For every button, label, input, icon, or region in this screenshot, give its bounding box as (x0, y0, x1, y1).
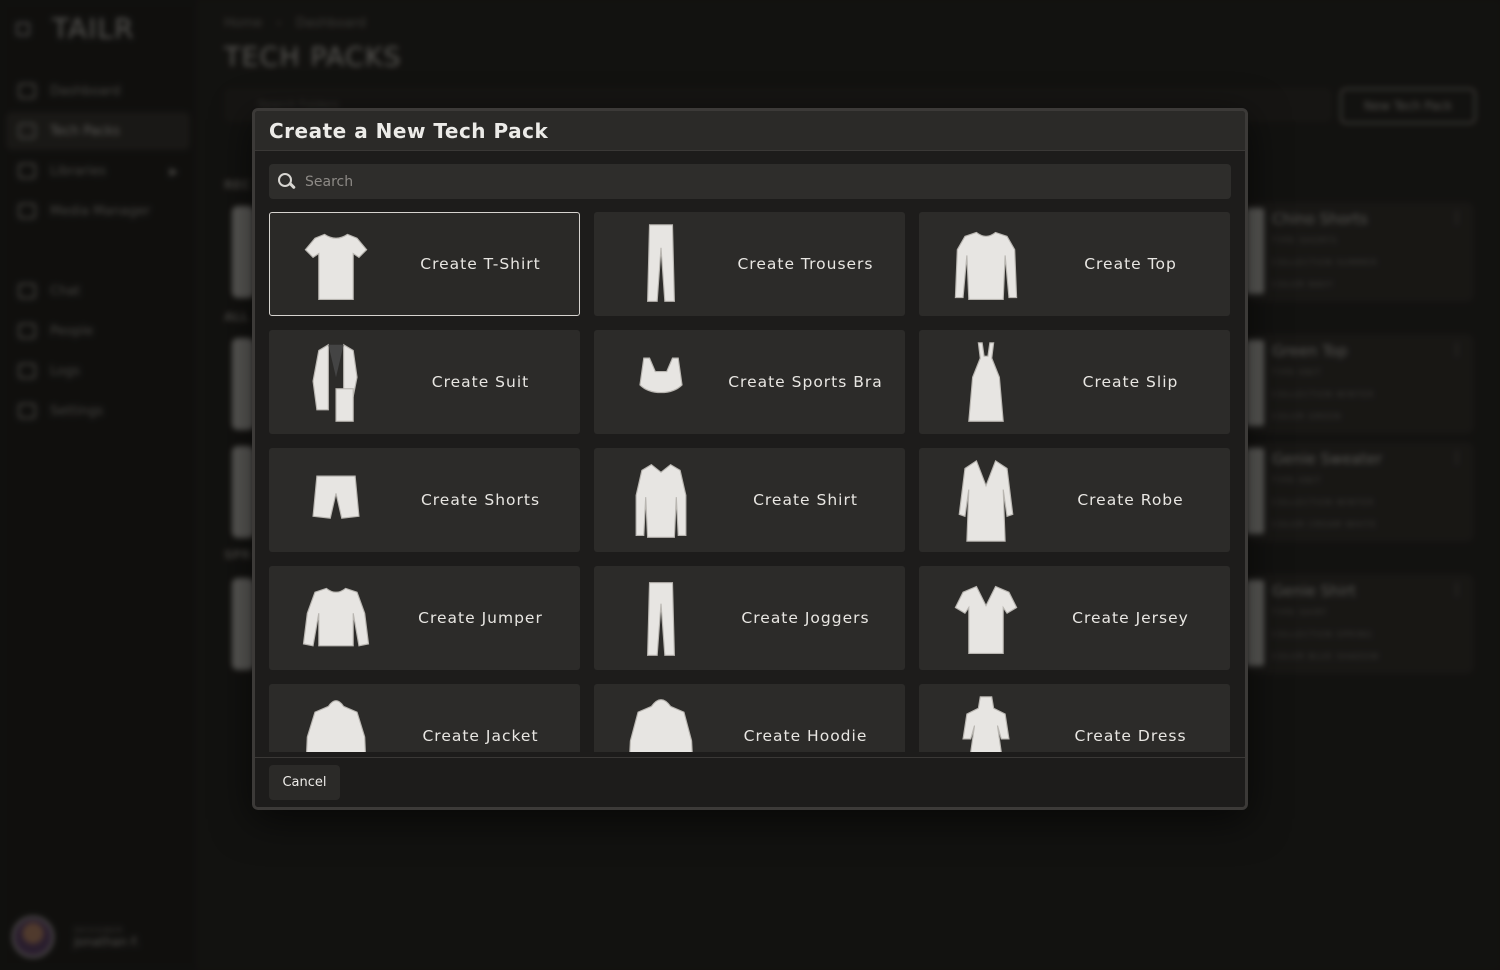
option-t-shirt[interactable]: Create T-Shirt (269, 212, 580, 316)
option-top[interactable]: Create Top (919, 212, 1230, 316)
modal-header: Create a New Tech Pack (255, 111, 1245, 151)
option-jumper[interactable]: Create Jumper (269, 566, 580, 670)
garment-search-input[interactable] (305, 173, 1205, 190)
suit-icon (312, 343, 358, 422)
top-icon (954, 231, 1018, 301)
jersey-icon (954, 585, 1018, 655)
option-sports-bra[interactable]: Create Sports Bra (594, 330, 905, 434)
option-hoodie[interactable]: Create Hoodie (594, 684, 905, 752)
option-shirt[interactable]: Create Shirt (594, 448, 905, 552)
option-label: Create Shirt (753, 491, 858, 509)
option-label: Create Joggers (741, 609, 870, 627)
option-label: Create Trousers (737, 255, 874, 273)
option-suit[interactable]: Create Suit (269, 330, 580, 434)
search-icon (277, 172, 297, 192)
option-label: Create Jumper (418, 609, 543, 627)
garment-grid-scroll[interactable]: Create T-Shirt Create Trousers Create Top C… (269, 212, 1231, 752)
dress-icon (962, 696, 1010, 752)
jacket-icon (306, 700, 366, 752)
option-slip[interactable]: Create Slip (919, 330, 1230, 434)
hoodie-icon (629, 699, 693, 752)
option-robe[interactable]: Create Robe (919, 448, 1230, 552)
option-label: Create Shorts (420, 491, 541, 509)
shorts-icon (312, 475, 360, 519)
joggers-icon (647, 582, 675, 656)
option-label: Create Robe (1077, 491, 1184, 509)
tshirt-icon (304, 233, 368, 301)
option-dress[interactable]: Create Dress (919, 684, 1230, 752)
jumper-icon (302, 587, 370, 647)
garment-grid: Create T-Shirt Create Trousers Create Top C… (269, 212, 1231, 752)
option-label: Create Hoodie (743, 727, 868, 745)
option-jersey[interactable]: Create Jersey (919, 566, 1230, 670)
trousers-icon (647, 224, 675, 302)
modal-footer: Cancel (255, 757, 1245, 807)
slip-dress-icon (968, 342, 1004, 422)
option-label: Create Jersey (1072, 609, 1189, 627)
option-label: Create Dress (1074, 727, 1187, 745)
sports-bra-icon (639, 357, 683, 394)
option-label: Create Sports Bra (728, 373, 883, 391)
shirt-icon (635, 463, 687, 538)
modal-search (269, 164, 1231, 199)
option-trousers[interactable]: Create Trousers (594, 212, 905, 316)
option-jacket[interactable]: Create Jacket (269, 684, 580, 752)
option-label: Create Suit (431, 373, 530, 391)
option-shorts[interactable]: Create Shorts (269, 448, 580, 552)
option-label: Create Jacket (422, 727, 539, 745)
option-label: Create Top (1084, 255, 1177, 273)
option-label: Create T-Shirt (420, 255, 541, 273)
option-label: Create Slip (1082, 373, 1179, 391)
option-joggers[interactable]: Create Joggers (594, 566, 905, 670)
robe-icon (958, 459, 1014, 542)
create-tech-pack-modal: Create a New Tech Pack Create T-ShirtCre… (252, 108, 1248, 810)
cancel-button[interactable]: Cancel (269, 765, 340, 800)
modal-title: Create a New Tech Pack (269, 118, 549, 143)
